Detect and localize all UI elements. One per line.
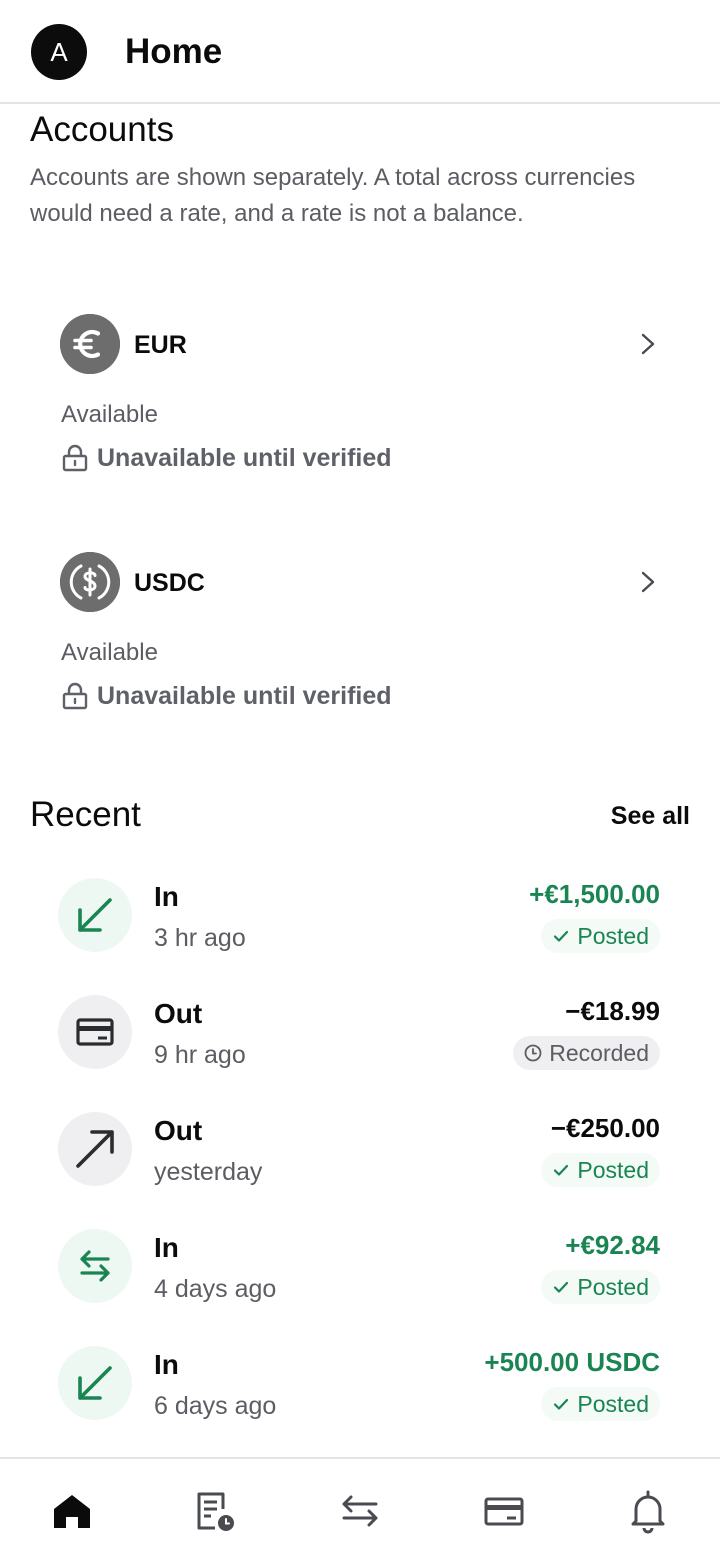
app-header: A Home [0, 0, 720, 104]
transaction-direction: In [154, 881, 179, 912]
lock-icon [62, 682, 88, 710]
see-all-link[interactable]: See all [611, 800, 690, 832]
available-label: Available [61, 401, 158, 428]
check-icon [554, 1281, 569, 1293]
status-badge: Posted [541, 919, 660, 953]
lock-icon [62, 444, 88, 472]
status-text: Posted [577, 1274, 649, 1300]
transaction-time: 3 hr ago [154, 924, 246, 952]
transaction-direction: Out [154, 998, 203, 1029]
verification-status: Unavailable until verified [61, 442, 392, 474]
transaction-amount: −€18.99 [565, 996, 660, 1026]
card-icon [58, 995, 132, 1069]
status-text: Posted [577, 1157, 649, 1183]
transaction-time: yesterday [154, 1158, 263, 1186]
transaction-row[interactable]: Out 9 hr ago −€18.99 Recorded [40, 985, 680, 1085]
dollar-icon [60, 552, 120, 612]
available-label: Available [61, 639, 158, 666]
page-title: Home [125, 32, 223, 71]
account-card-usdc[interactable]: USDC Available Unavailable until verifie… [40, 538, 680, 738]
transaction-row[interactable]: In 6 days ago +500.00 USDC Posted [40, 1336, 680, 1436]
transaction-direction: Out [154, 1115, 203, 1146]
status-badge: Posted [541, 1387, 660, 1421]
bottom-nav [0, 1457, 720, 1561]
transaction-time: 4 days ago [154, 1275, 277, 1303]
exchange-arrows-icon [58, 1229, 132, 1303]
transaction-amount: +€92.84 [565, 1230, 660, 1260]
arrow-down-left-icon [58, 878, 132, 952]
status-text: Posted [577, 923, 649, 949]
transaction-time: 6 days ago [154, 1392, 277, 1420]
status-text: Recorded [549, 1040, 649, 1066]
status-badge: Recorded [513, 1036, 660, 1070]
transfer-icon[interactable] [336, 1487, 384, 1535]
accounts-heading: Accounts [30, 110, 174, 149]
transaction-direction: In [154, 1349, 179, 1380]
check-icon [554, 1398, 569, 1410]
home-icon[interactable] [48, 1487, 96, 1535]
status-badge: Posted [541, 1153, 660, 1187]
arrow-down-left-icon [58, 1346, 132, 1420]
account-code: USDC [134, 569, 205, 597]
account-code: EUR [134, 331, 187, 359]
status-text: Posted [577, 1391, 649, 1417]
arrow-up-right-icon [58, 1112, 132, 1186]
clock-icon [524, 1044, 542, 1062]
check-icon [554, 1164, 569, 1176]
euro-icon [60, 314, 120, 374]
chevron-right-icon[interactable] [636, 328, 660, 360]
check-icon [554, 930, 569, 942]
status-badge: Posted [541, 1270, 660, 1304]
activity-icon[interactable] [191, 1487, 239, 1535]
chevron-right-icon[interactable] [636, 566, 660, 598]
transaction-amount: +€1,500.00 [529, 879, 660, 909]
accounts-description: Accounts are shown separately. A total a… [30, 164, 636, 227]
avatar[interactable]: A [31, 24, 87, 80]
card-icon[interactable] [480, 1487, 528, 1535]
transaction-row[interactable]: In 4 days ago +€92.84 Posted [40, 1219, 680, 1319]
transaction-time: 9 hr ago [154, 1041, 246, 1069]
transaction-amount: +500.00 USDC [484, 1347, 660, 1377]
recent-heading: Recent [30, 795, 141, 834]
transaction-direction: In [154, 1232, 179, 1263]
transaction-amount: −€250.00 [550, 1113, 660, 1143]
unavailable-text: Unavailable until verified [97, 682, 392, 710]
account-card-eur[interactable]: EUR Available Unavailable until verified [40, 300, 680, 500]
bell-icon[interactable] [624, 1487, 672, 1535]
transaction-row[interactable]: In 3 hr ago +€1,500.00 Posted [40, 868, 680, 968]
verification-status: Unavailable until verified [61, 680, 392, 712]
unavailable-text: Unavailable until verified [97, 444, 392, 472]
transaction-row[interactable]: Out yesterday −€250.00 Posted [40, 1102, 680, 1202]
